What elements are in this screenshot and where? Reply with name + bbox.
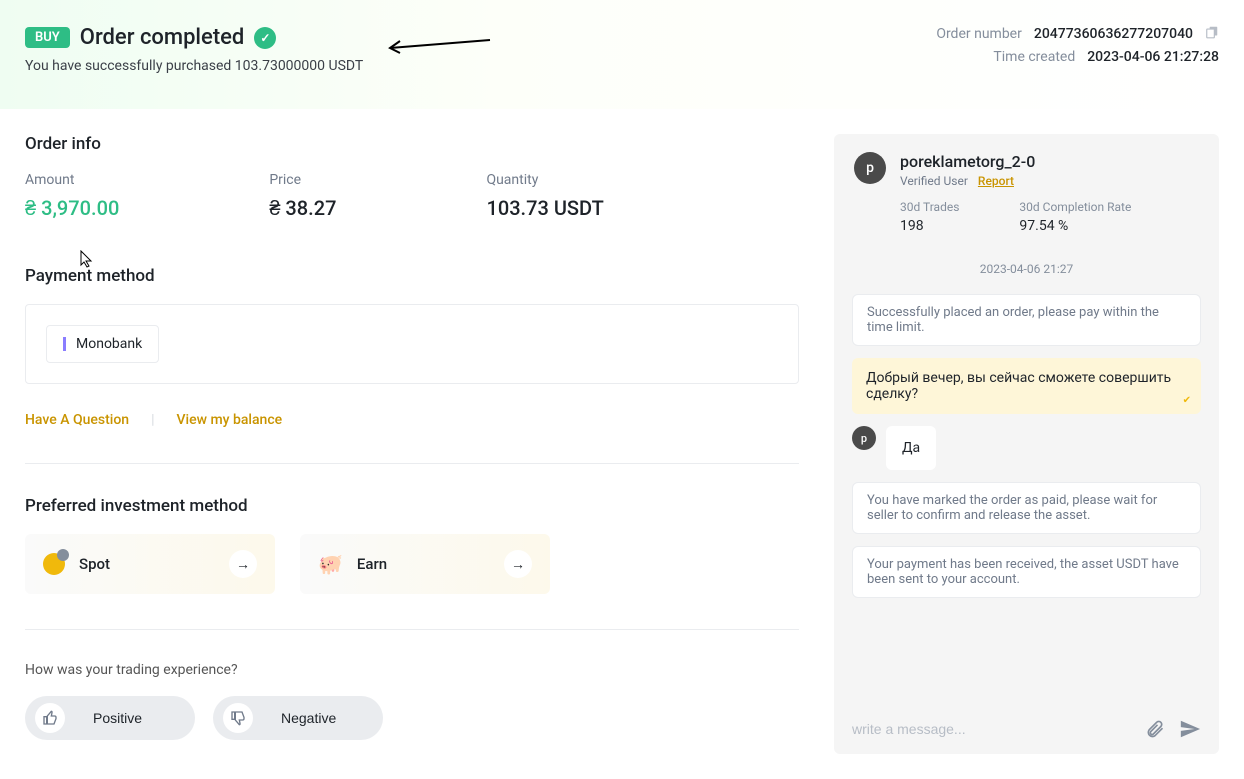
view-balance-link[interactable]: View my balance bbox=[177, 412, 283, 428]
negative-button[interactable]: Negative bbox=[213, 696, 383, 740]
completion-rate-value: 97.54 % bbox=[1019, 218, 1131, 234]
chat-messages: 2023-04-06 21:27 Successfully placed an … bbox=[834, 246, 1219, 704]
negative-label: Negative bbox=[281, 710, 336, 726]
system-message: You have marked the order as paid, pleas… bbox=[852, 482, 1201, 534]
rating-section: How was your trading experience? Positiv… bbox=[25, 662, 799, 740]
my-message: Добрый вечер, вы сейчас сможете совершит… bbox=[852, 358, 1201, 414]
payment-method-chip[interactable]: Monobank bbox=[46, 325, 159, 363]
invest-section: Preferred investment method Spot → 🐖 Ear… bbox=[25, 496, 799, 594]
invest-card-spot[interactable]: Spot → bbox=[25, 534, 275, 594]
attachment-icon[interactable] bbox=[1145, 719, 1165, 739]
order-info-title: Order info bbox=[25, 134, 799, 154]
section-divider bbox=[25, 629, 799, 630]
invest-earn-label: Earn bbox=[357, 555, 387, 573]
invest-title: Preferred investment method bbox=[25, 496, 799, 516]
order-number-value: 20477360636277207040 bbox=[1034, 26, 1193, 42]
peer-message: Да bbox=[886, 426, 936, 470]
chat-input[interactable] bbox=[852, 721, 1131, 737]
amount-label: Amount bbox=[25, 172, 119, 188]
invest-card-earn[interactable]: 🐖 Earn → bbox=[300, 534, 550, 594]
thumbs-up-icon bbox=[35, 703, 65, 733]
arrow-right-icon: → bbox=[504, 550, 532, 578]
amount-value: ₴ 3,970.00 bbox=[25, 196, 119, 221]
trades-label: 30d Trades bbox=[900, 200, 959, 214]
quantity-label: Quantity bbox=[486, 172, 603, 188]
chat-input-bar bbox=[834, 704, 1219, 754]
peer-avatar: p bbox=[852, 426, 876, 450]
verified-label: Verified User bbox=[900, 174, 968, 188]
price-label: Price bbox=[269, 172, 336, 188]
message-sent-icon: ✔ bbox=[1183, 395, 1191, 406]
seller-name[interactable]: poreklametorg_2-0 bbox=[900, 152, 1199, 171]
rating-question: How was your trading experience? bbox=[25, 662, 799, 678]
time-created-value: 2023-04-06 21:27:28 bbox=[1087, 49, 1219, 65]
copy-icon[interactable] bbox=[1205, 25, 1219, 43]
arrow-right-icon: → bbox=[229, 550, 257, 578]
cursor-icon bbox=[80, 250, 94, 268]
chat-panel: p poreklametorg_2-0 Verified User Report… bbox=[834, 134, 1219, 754]
payment-method-name: Monobank bbox=[76, 336, 142, 352]
order-subtitle: You have successfully purchased 103.7300… bbox=[25, 58, 363, 74]
seller-avatar[interactable]: p bbox=[854, 152, 886, 184]
positive-label: Positive bbox=[93, 710, 142, 726]
system-message: Successfully placed an order, please pay… bbox=[852, 294, 1201, 346]
section-divider bbox=[25, 463, 799, 464]
thumbs-down-icon bbox=[223, 703, 253, 733]
payment-method-section: Payment method Monobank bbox=[25, 266, 799, 384]
chat-timestamp: 2023-04-06 21:27 bbox=[852, 262, 1201, 276]
annotation-arrow-icon bbox=[380, 33, 500, 63]
check-icon: ✓ bbox=[254, 27, 276, 49]
time-created-label: Time created bbox=[993, 49, 1075, 65]
report-link[interactable]: Report bbox=[978, 174, 1014, 188]
payment-method-title: Payment method bbox=[25, 266, 799, 286]
payment-method-color-bar bbox=[63, 337, 66, 351]
positive-button[interactable]: Positive bbox=[25, 696, 195, 740]
spot-icon bbox=[43, 553, 65, 575]
trades-value: 198 bbox=[900, 218, 959, 234]
system-message: Your payment has been received, the asse… bbox=[852, 546, 1201, 598]
chat-header: p poreklametorg_2-0 Verified User Report… bbox=[834, 134, 1219, 246]
price-value: ₴ 38.27 bbox=[269, 196, 336, 221]
quantity-value: 103.73 USDT bbox=[486, 196, 603, 220]
order-info-section: Order info Amount ₴ 3,970.00 Price ₴ 38.… bbox=[25, 134, 799, 221]
order-number-label: Order number bbox=[936, 26, 1022, 42]
order-header: BUY Order completed ✓ You have successfu… bbox=[0, 0, 1244, 109]
completion-rate-label: 30d Completion Rate bbox=[1019, 200, 1131, 214]
my-message-text: Добрый вечер, вы сейчас сможете совершит… bbox=[866, 370, 1171, 402]
page-title: Order completed bbox=[80, 25, 245, 50]
have-question-link[interactable]: Have A Question bbox=[25, 412, 129, 428]
buy-badge: BUY bbox=[25, 27, 70, 48]
earn-icon: 🐖 bbox=[318, 552, 343, 576]
invest-spot-label: Spot bbox=[79, 555, 110, 573]
send-icon[interactable] bbox=[1179, 718, 1201, 740]
link-divider: | bbox=[151, 412, 154, 428]
